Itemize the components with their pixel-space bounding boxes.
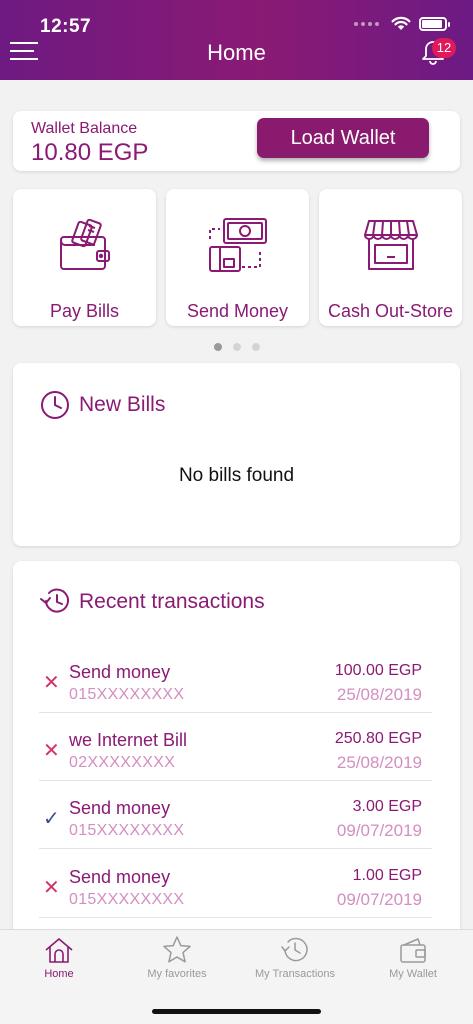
- failed-icon: ✕: [43, 877, 60, 899]
- transaction-name: Send money: [69, 867, 171, 887]
- transaction-amount: 250.80 EGP: [334, 730, 422, 747]
- service-label: Pay Bills: [49, 301, 120, 321]
- tab-my-favorites[interactable]: My favorites: [118, 930, 236, 990]
- status-time: 12:57: [40, 16, 92, 37]
- history-icon: [281, 937, 308, 962]
- transaction-row[interactable]: ✕ we Internet Bill 02XXXXXXXX 250.80 EGP…: [39, 713, 432, 781]
- wallet-balance-value: 10.80 EGP: [31, 139, 149, 166]
- signal-icon: [354, 21, 379, 26]
- transaction-reference: 02XXXXXXXX: [69, 754, 176, 771]
- transaction-date: 25/08/2019: [336, 753, 422, 772]
- transaction-amount: 100.00 EGP: [334, 662, 422, 679]
- tab-my-wallet[interactable]: My Wallet: [354, 930, 472, 990]
- transaction-row[interactable]: ✓ Send money 015XXXXXXXX 3.00 EGP 09/07/…: [39, 781, 432, 849]
- battery-icon: [419, 16, 450, 31]
- clock-icon: [41, 391, 69, 419]
- transaction-row[interactable]: ✕ Send money 015XXXXXXXX 1.00 EGP 09/07/…: [39, 850, 432, 918]
- service-label: Cash Out-Store: [327, 301, 454, 321]
- notification-badge: 12: [432, 38, 456, 58]
- send-money-icon: [209, 218, 267, 272]
- tab-label: My Wallet: [389, 968, 437, 980]
- success-check-icon: ✓: [43, 808, 60, 830]
- transaction-name: Send money: [69, 662, 171, 682]
- history-icon: [40, 588, 69, 613]
- new-bills-card: New Bills No bills found: [13, 363, 460, 546]
- home-indicator: [152, 1009, 321, 1014]
- transaction-name: we Internet Bill: [69, 730, 188, 750]
- transaction-reference: 015XXXXXXXX: [69, 686, 185, 703]
- service-label: Send Money: [186, 301, 289, 321]
- pager-dot[interactable]: [251, 343, 260, 351]
- transaction-reference: 015XXXXXXXX: [69, 891, 185, 908]
- pager-dot[interactable]: [213, 343, 222, 351]
- transaction-amount: 3.00 EGP: [352, 798, 422, 815]
- transaction-row[interactable]: ✕ Send money 015XXXXXXXX 100.00 EGP 25/0…: [39, 645, 432, 713]
- transaction-reference: 015XXXXXXXX: [69, 822, 185, 839]
- wifi-icon: [391, 16, 411, 30]
- service-cash-out-store[interactable]: Cash Out-Store: [319, 189, 462, 326]
- store-icon: [364, 220, 418, 270]
- recent-transactions-card: Recent transactions ✕ Send money 015XXXX…: [13, 561, 460, 941]
- service-pay-bills[interactable]: Pay Bills: [13, 189, 156, 326]
- empty-state-text: No bills found: [178, 465, 295, 486]
- star-icon: [163, 936, 191, 963]
- pager-dot[interactable]: [232, 343, 241, 351]
- wallet-icon: [60, 218, 110, 270]
- transaction-amount: 1.00 EGP: [352, 867, 422, 884]
- status-icons: [354, 16, 450, 31]
- carousel-pager: [0, 343, 473, 351]
- failed-icon: ✕: [43, 672, 60, 694]
- tab-label: My favorites: [147, 968, 207, 980]
- page-title: Home: [207, 40, 266, 65]
- transaction-date: 09/07/2019: [336, 821, 422, 840]
- wallet-tab-icon: [400, 938, 426, 963]
- section-title: New Bills: [79, 393, 166, 416]
- transaction-date: 09/07/2019: [336, 890, 422, 909]
- load-wallet-button[interactable]: Load Wallet: [257, 118, 429, 158]
- tab-label: My Transactions: [254, 968, 336, 980]
- home-icon: [45, 938, 73, 963]
- failed-icon: ✕: [43, 740, 60, 762]
- service-send-money[interactable]: Send Money: [166, 189, 309, 326]
- wallet-balance-label: Wallet Balance: [31, 120, 138, 137]
- wallet-balance-card: Wallet Balance 10.80 EGP Load Wallet: [13, 111, 460, 171]
- transaction-date: 25/08/2019: [336, 685, 422, 704]
- app-header: 12:57 Home 12: [0, 0, 473, 80]
- transaction-name: Send money: [69, 798, 171, 818]
- section-title: Recent transactions: [79, 590, 265, 613]
- tab-home[interactable]: Home: [0, 930, 118, 990]
- tab-my-transactions[interactable]: My Transactions: [236, 930, 354, 990]
- tab-label: Home: [44, 968, 74, 980]
